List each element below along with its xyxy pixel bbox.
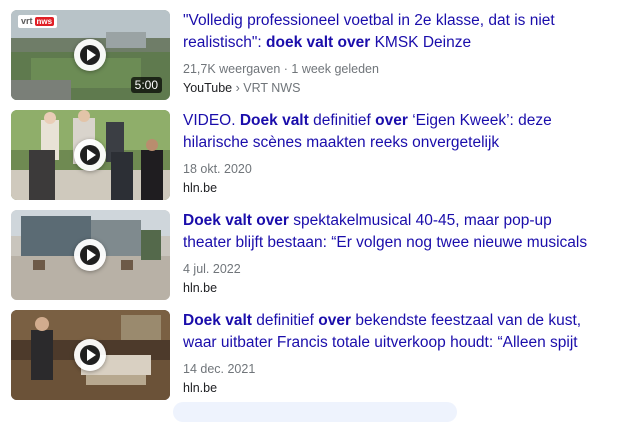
result-title-3[interactable]: Doek valt over spektakelmusical 40-45, m… <box>183 210 613 254</box>
video-thumbnail-1[interactable]: vrt nws 5:00 <box>11 10 170 100</box>
result-source-2[interactable]: hln.be <box>183 180 217 196</box>
play-icon[interactable] <box>74 139 106 171</box>
video-duration: 5:00 <box>130 77 162 93</box>
result-date-2: 18 okt. 2020 <box>183 162 252 176</box>
video-result-2: VIDEO. Doek valt definitief over ‘Eigen … <box>0 110 618 210</box>
video-thumbnail-4[interactable] <box>11 310 170 400</box>
result-meta-1: 21,7K weergaven · 1 week geleden <box>183 62 379 76</box>
play-icon[interactable] <box>74 339 106 371</box>
result-title-1[interactable]: "Volledig professioneel voetbal in 2e kl… <box>183 10 613 54</box>
video-thumbnail-3[interactable] <box>11 210 170 300</box>
video-result-1: vrt nws 5:00 "Volledig professioneel voet… <box>0 10 618 110</box>
vrt-nws-logo: vrt nws <box>18 15 58 28</box>
video-thumbnail-2[interactable] <box>11 110 170 200</box>
video-result-3: Doek valt over spektakelmusical 40-45, m… <box>0 210 618 310</box>
result-source-4[interactable]: hln.be <box>183 380 217 396</box>
result-title-4[interactable]: Doek valt definitief over bekendste fees… <box>183 310 613 354</box>
result-date-4: 14 dec. 2021 <box>183 362 256 376</box>
result-source-3[interactable]: hln.be <box>183 280 217 296</box>
result-title-2[interactable]: VIDEO. Doek valt definitief over ‘Eigen … <box>183 110 613 154</box>
play-icon[interactable] <box>74 239 106 271</box>
video-result-4: Doek valt definitief over bekendste fees… <box>0 310 618 410</box>
result-source-1[interactable]: YouTube › VRT NWS <box>183 80 300 96</box>
result-date-3: 4 jul. 2022 <box>183 262 241 276</box>
play-icon[interactable] <box>74 39 106 71</box>
more-results-button[interactable] <box>173 402 457 422</box>
